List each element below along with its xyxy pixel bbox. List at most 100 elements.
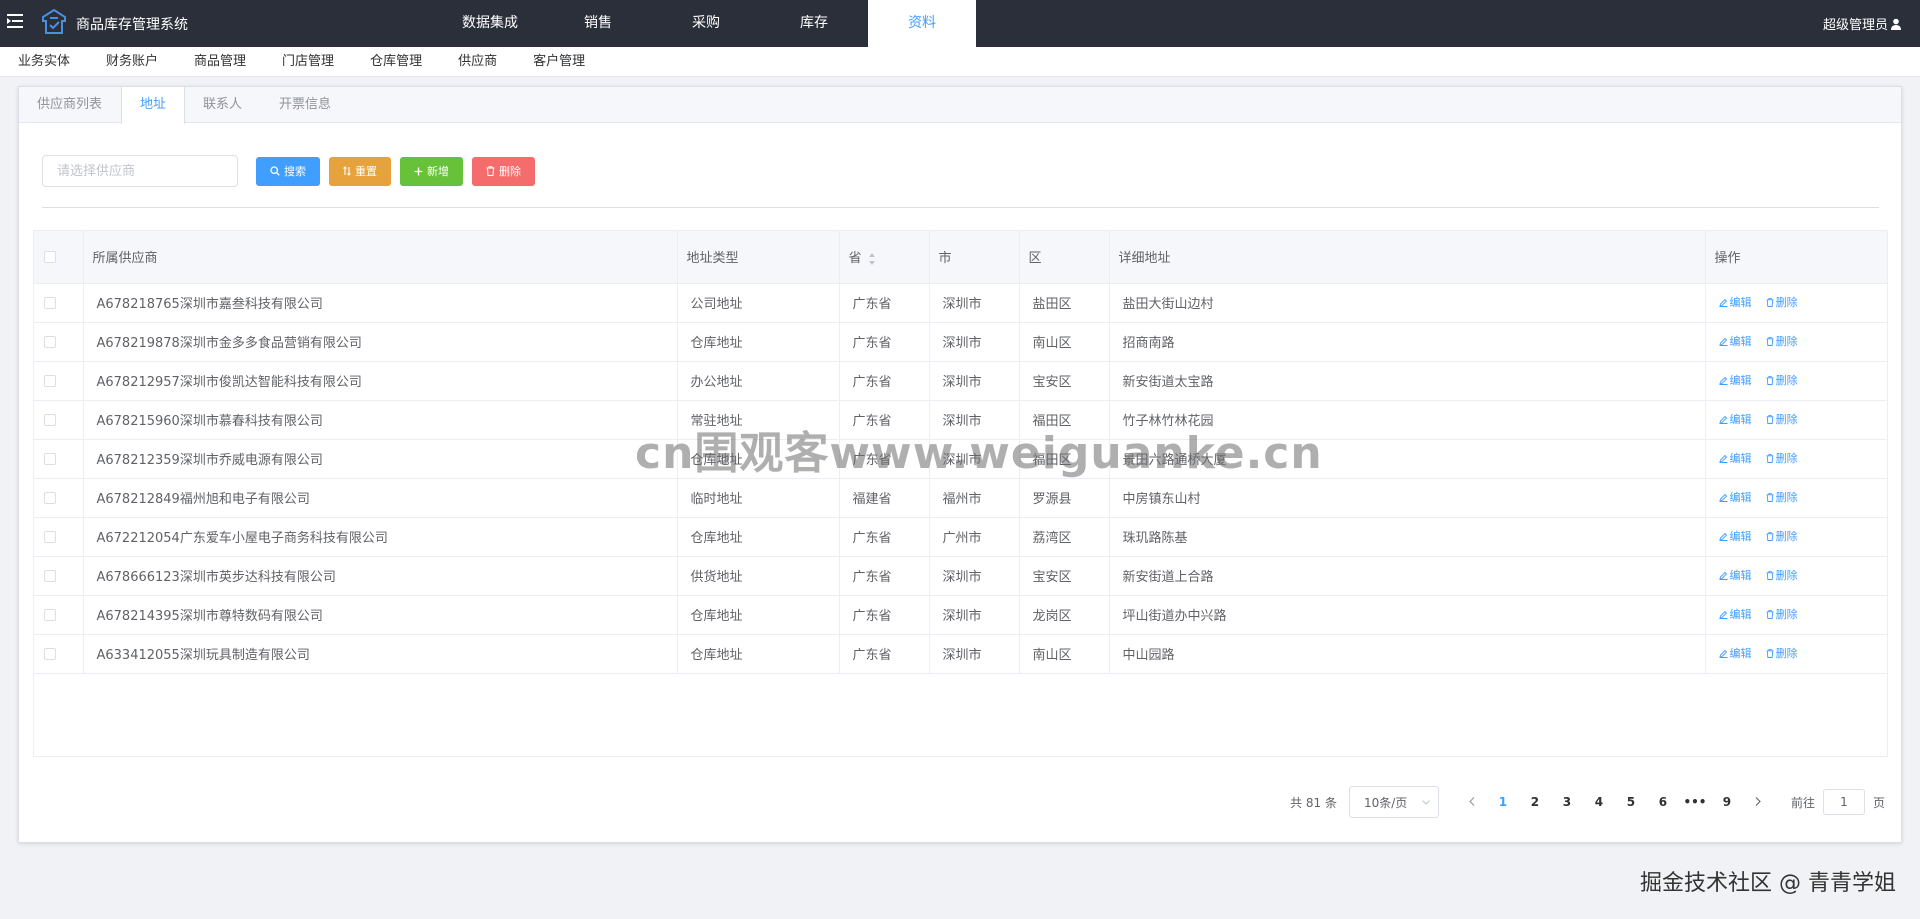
sub-nav-product[interactable]: 商品管理 (176, 47, 264, 77)
edit-link[interactable]: 编辑 (1718, 489, 1752, 505)
page-number[interactable]: 1 (1487, 795, 1519, 809)
row-checkbox[interactable] (44, 374, 56, 387)
page-number[interactable]: 5 (1615, 795, 1647, 809)
reset-button[interactable]: 重置 (329, 156, 391, 186)
top-nav-purchase[interactable]: 采购 (652, 0, 760, 47)
menu-toggle-icon[interactable] (6, 12, 24, 30)
row-checkbox[interactable] (44, 296, 56, 309)
sort-icon[interactable] (868, 252, 876, 265)
row-checkbox[interactable] (44, 647, 56, 660)
sub-nav-customer[interactable]: 客户管理 (515, 47, 603, 77)
sub-nav-warehouse[interactable]: 仓库管理 (352, 47, 440, 77)
supplier-search-input[interactable] (42, 155, 238, 187)
sub-nav-store[interactable]: 门店管理 (264, 47, 352, 77)
table-header-row: 所属供应商 地址类型 省 市 区 详细地址 操作 (34, 231, 1888, 284)
prev-page-button[interactable] (1457, 795, 1487, 809)
sub-nav-supplier[interactable]: 供应商 (440, 47, 515, 77)
cell-city: 深圳市 (929, 322, 1020, 362)
sub-nav-business-entity[interactable]: 业务实体 (0, 47, 88, 77)
row-checkbox[interactable] (44, 452, 56, 465)
cell-district: 宝安区 (1019, 361, 1110, 401)
cell-actions: 编辑 删除 (1705, 478, 1888, 518)
delete-link[interactable]: 删除 (1766, 567, 1798, 583)
select-all-checkbox[interactable] (44, 250, 56, 263)
page-number[interactable]: 4 (1583, 795, 1615, 809)
next-page-button[interactable] (1743, 795, 1773, 809)
tab-contacts[interactable]: 联系人 (185, 87, 261, 123)
cell-detail-address: 新安街道太宝路 (1109, 361, 1706, 401)
trash-icon (1766, 609, 1774, 619)
tab-address[interactable]: 地址 (121, 87, 186, 124)
sub-nav: 业务实体 财务账户 商品管理 门店管理 仓库管理 供应商 客户管理 (0, 47, 1920, 77)
cell-province: 广东省 (839, 439, 930, 479)
top-nav-master-data[interactable]: 资料 (868, 0, 976, 47)
cell-district: 罗源县 (1019, 478, 1110, 518)
cell-address-type: 常驻地址 (677, 400, 840, 440)
delete-link[interactable]: 删除 (1766, 333, 1798, 349)
page-size-select[interactable]: 10条/页 (1348, 786, 1439, 818)
top-nav-inventory[interactable]: 库存 (760, 0, 868, 47)
cell-province: 广东省 (839, 400, 930, 440)
row-checkbox[interactable] (44, 608, 56, 621)
chevron-down-icon (1422, 799, 1430, 805)
sub-nav-finance-account[interactable]: 财务账户 (88, 47, 176, 77)
cell-supplier: A633412055深圳玩具制造有限公司 (83, 634, 678, 674)
edit-icon (1718, 376, 1727, 385)
cell-address-type: 办公地址 (677, 361, 840, 401)
edit-link[interactable]: 编辑 (1718, 333, 1752, 349)
page-number[interactable]: 9 (1711, 795, 1743, 809)
cell-detail-address: 中房镇东山村 (1109, 478, 1706, 518)
cell-city: 深圳市 (929, 556, 1020, 596)
goto-page-input[interactable] (1822, 789, 1865, 815)
cell-actions: 编辑 删除 (1705, 595, 1888, 635)
delete-link[interactable]: 删除 (1766, 411, 1798, 427)
delete-link[interactable]: 删除 (1766, 489, 1798, 505)
delete-link[interactable]: 删除 (1766, 606, 1798, 622)
user-menu[interactable]: 超级管理员 (1823, 14, 1902, 33)
top-nav-sales[interactable]: 销售 (544, 0, 652, 47)
page-number[interactable]: 3 (1551, 795, 1583, 809)
add-button[interactable]: 新增 (400, 156, 463, 186)
cell-address-type: 供货地址 (677, 556, 840, 596)
edit-link[interactable]: 编辑 (1718, 567, 1752, 583)
page-number[interactable]: 2 (1519, 795, 1551, 809)
edit-link[interactable]: 编辑 (1718, 372, 1752, 388)
delete-link[interactable]: 删除 (1766, 294, 1798, 310)
cell-supplier: A678218765深圳市嘉叁科技有限公司 (83, 283, 678, 323)
table-row: A678219878深圳市金多多食品营销有限公司 仓库地址 广东省 深圳市 南山区 招商南… (34, 322, 1888, 362)
edit-link[interactable]: 编辑 (1718, 411, 1752, 427)
delete-link[interactable]: 删除 (1766, 450, 1798, 466)
edit-link[interactable]: 编辑 (1718, 606, 1752, 622)
top-nav-data-integration[interactable]: 数据集成 (436, 0, 544, 47)
table-row: A678212849福州旭和电子有限公司 临时地址 福建省 福州市 罗源县 中房镇东山村 … (34, 478, 1888, 518)
cell-address-type: 仓库地址 (677, 595, 840, 635)
page-ellipsis[interactable]: ••• (1679, 795, 1711, 809)
cell-province: 福建省 (839, 478, 930, 518)
trash-icon (1766, 297, 1774, 307)
cell-supplier: A678212359深圳市乔威电源有限公司 (83, 439, 678, 479)
page-number[interactable]: 6 (1647, 795, 1679, 809)
edit-link[interactable]: 编辑 (1718, 294, 1752, 310)
cell-actions: 编辑 删除 (1705, 322, 1888, 362)
row-checkbox[interactable] (44, 335, 56, 348)
edit-icon (1718, 337, 1727, 346)
row-checkbox[interactable] (44, 530, 56, 543)
edit-link[interactable]: 编辑 (1718, 645, 1752, 661)
delete-link[interactable]: 删除 (1766, 528, 1798, 544)
row-checkbox[interactable] (44, 491, 56, 504)
cell-detail-address: 新安街道上合路 (1109, 556, 1706, 596)
row-checkbox[interactable] (44, 413, 56, 426)
delete-link[interactable]: 删除 (1766, 645, 1798, 661)
delete-button[interactable]: 删除 (472, 156, 535, 186)
edit-link[interactable]: 编辑 (1718, 450, 1752, 466)
tab-supplier-list[interactable]: 供应商列表 (19, 87, 121, 123)
row-checkbox[interactable] (44, 569, 56, 582)
search-button[interactable]: 搜索 (256, 156, 320, 186)
total-count: 共 81 条 (1290, 795, 1337, 810)
tab-invoice-info[interactable]: 开票信息 (261, 87, 350, 123)
cell-district: 南山区 (1019, 634, 1110, 674)
delete-link[interactable]: 删除 (1766, 372, 1798, 388)
col-header-province[interactable]: 省 (839, 231, 930, 284)
edit-link[interactable]: 编辑 (1718, 528, 1752, 544)
cell-address-type: 临时地址 (677, 478, 840, 518)
